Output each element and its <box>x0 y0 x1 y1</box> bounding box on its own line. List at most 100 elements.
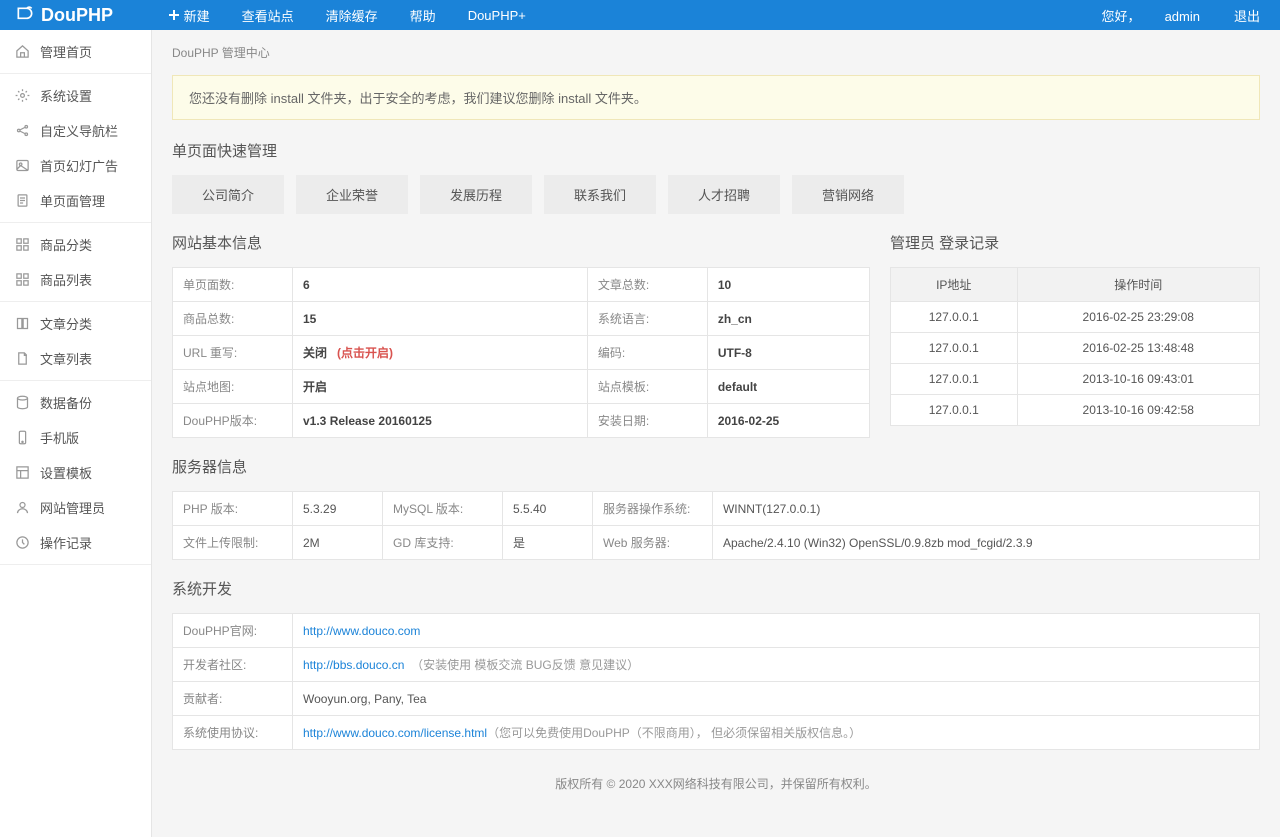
breadcrumb: DouPHP 管理中心 <box>172 30 1260 75</box>
nav-view-site[interactable]: 查看站点 <box>226 0 310 30</box>
sidebar-item-0[interactable]: 管理首页 <box>0 34 151 69</box>
page-icon <box>14 351 30 367</box>
sidebar-item-9[interactable]: 数据备份 <box>0 385 151 420</box>
install-label: 安装日期: <box>587 404 707 438</box>
sidebar-item-7[interactable]: 文章分类 <box>0 306 151 341</box>
sitemap-label: 站点地图: <box>173 370 293 404</box>
template-label: 站点模板: <box>587 370 707 404</box>
sidebar-item-label: 商品分类 <box>40 235 92 254</box>
os-value: WINNT(127.0.0.1) <box>712 492 1259 526</box>
brand-name: DouPHP <box>41 5 113 26</box>
upload-value: 2M <box>293 526 383 560</box>
sidebar-item-label: 自定义导航栏 <box>40 121 118 140</box>
mysql-label: MySQL 版本: <box>382 492 502 526</box>
tab-0[interactable]: 公司简介 <box>172 175 284 214</box>
sidebar-item-label: 设置模板 <box>40 463 92 482</box>
log-row: 127.0.0.12016-02-25 13:48:48 <box>891 333 1260 364</box>
sidebar-item-label: 商品列表 <box>40 270 92 289</box>
log-time: 2013-10-16 09:43:01 <box>1017 364 1259 395</box>
log-ip-header: IP地址 <box>891 268 1018 302</box>
php-value: 5.3.29 <box>293 492 383 526</box>
gear-icon <box>14 88 30 104</box>
sidebar-item-3[interactable]: 首页幻灯广告 <box>0 148 151 183</box>
share-icon <box>14 123 30 139</box>
log-ip: 127.0.0.1 <box>891 333 1018 364</box>
contributors-value: Wooyun.org, Pany, Tea <box>293 682 1260 716</box>
os-label: 服务器操作系统: <box>592 492 712 526</box>
articles-label: 文章总数: <box>587 268 707 302</box>
license-link[interactable]: http://www.douco.com/license.html <box>303 726 487 740</box>
tab-5[interactable]: 营销网络 <box>792 175 904 214</box>
version-label: DouPHP版本: <box>173 404 293 438</box>
web-value: Apache/2.4.10 (Win32) OpenSSL/0.9.8zb mo… <box>712 526 1259 560</box>
nav-help[interactable]: 帮助 <box>394 0 452 30</box>
footer-copyright: 版权所有 © 2020 XXX网络科技有限公司，并保留所有权利。 <box>172 750 1260 817</box>
tab-2[interactable]: 发展历程 <box>420 175 532 214</box>
nav-plus[interactable]: DouPHP+ <box>452 0 542 30</box>
upload-label: 文件上传限制: <box>173 526 293 560</box>
rewrite-label: URL 重写: <box>173 336 293 370</box>
articles-value: 10 <box>707 268 869 302</box>
gd-value: 是 <box>502 526 592 560</box>
sidebar-item-6[interactable]: 商品列表 <box>0 262 151 297</box>
log-ip: 127.0.0.1 <box>891 302 1018 333</box>
log-row: 127.0.0.12016-02-25 23:29:08 <box>891 302 1260 333</box>
tab-1[interactable]: 企业荣誉 <box>296 175 408 214</box>
sidebar-item-11[interactable]: 设置模板 <box>0 455 151 490</box>
sidebar-item-8[interactable]: 文章列表 <box>0 341 151 376</box>
log-time: 2013-10-16 09:42:58 <box>1017 395 1259 426</box>
siteinfo-table: 单页面数: 6 文章总数: 10 商品总数: 15 系统语言: zh_cn UR… <box>172 267 870 438</box>
official-link[interactable]: http://www.douco.com <box>303 624 420 638</box>
nav-new[interactable]: 新建 <box>152 0 226 30</box>
book-icon <box>14 316 30 332</box>
sidebar-item-label: 数据备份 <box>40 393 92 412</box>
log-row: 127.0.0.12013-10-16 09:42:58 <box>891 395 1260 426</box>
sidebar-item-5[interactable]: 商品分类 <box>0 227 151 262</box>
loginlog-table: IP地址 操作时间 127.0.0.12016-02-25 23:29:0812… <box>890 267 1260 426</box>
web-label: Web 服务器: <box>592 526 712 560</box>
section-loginlog-title: 管理员 登录记录 <box>890 232 1260 253</box>
sidebar-item-10[interactable]: 手机版 <box>0 420 151 455</box>
sidebar-item-label: 文章分类 <box>40 314 92 333</box>
lang-value: zh_cn <box>707 302 869 336</box>
sidebar-item-label: 手机版 <box>40 428 79 447</box>
contributors-label: 贡献者: <box>173 682 293 716</box>
gd-label: GD 库支持: <box>382 526 502 560</box>
sidebar-item-label: 单页面管理 <box>40 191 105 210</box>
lang-label: 系统语言: <box>587 302 707 336</box>
tab-3[interactable]: 联系我们 <box>544 175 656 214</box>
log-time-header: 操作时间 <box>1017 268 1259 302</box>
log-row: 127.0.0.12013-10-16 09:43:01 <box>891 364 1260 395</box>
template-value: default <box>707 370 869 404</box>
mysql-value: 5.5.40 <box>502 492 592 526</box>
official-value: http://www.douco.com <box>293 614 1260 648</box>
sidebar-item-label: 操作记录 <box>40 533 92 552</box>
tab-4[interactable]: 人才招聘 <box>668 175 780 214</box>
sidebar-item-4[interactable]: 单页面管理 <box>0 183 151 218</box>
logo-icon <box>15 5 35 25</box>
install-value: 2016-02-25 <box>707 404 869 438</box>
clock-icon <box>14 535 30 551</box>
sidebar-item-1[interactable]: 系统设置 <box>0 78 151 113</box>
sidebar-item-label: 文章列表 <box>40 349 92 368</box>
nav-clear-cache[interactable]: 清除缓存 <box>310 0 394 30</box>
sitemap-value: 开启 <box>293 370 588 404</box>
sidebar-item-label: 系统设置 <box>40 86 92 105</box>
rewrite-value: 关闭 (点击开启) <box>293 336 588 370</box>
encode-label: 编码: <box>587 336 707 370</box>
encode-value: UTF-8 <box>707 336 869 370</box>
user-greeting: 您好，admin <box>1078 6 1224 25</box>
bbs-value: http://bbs.douco.cn （安装使用 模板交流 BUG反馈 意见建… <box>293 648 1260 682</box>
sidebar-item-label: 管理首页 <box>40 42 92 61</box>
db-icon <box>14 395 30 411</box>
bbs-link[interactable]: http://bbs.douco.cn <box>303 658 404 672</box>
server-table: PHP 版本: 5.3.29 MySQL 版本: 5.5.40 服务器操作系统:… <box>172 491 1260 560</box>
sidebar-item-12[interactable]: 网站管理员 <box>0 490 151 525</box>
rewrite-enable-link[interactable]: (点击开启) <box>337 346 393 360</box>
license-label: 系统使用协议: <box>173 716 293 750</box>
sidebar-item-2[interactable]: 自定义导航栏 <box>0 113 151 148</box>
pages-value: 6 <box>293 268 588 302</box>
logout-link[interactable]: 退出 <box>1224 6 1270 25</box>
logo[interactable]: DouPHP <box>0 5 152 26</box>
sidebar-item-13[interactable]: 操作记录 <box>0 525 151 560</box>
